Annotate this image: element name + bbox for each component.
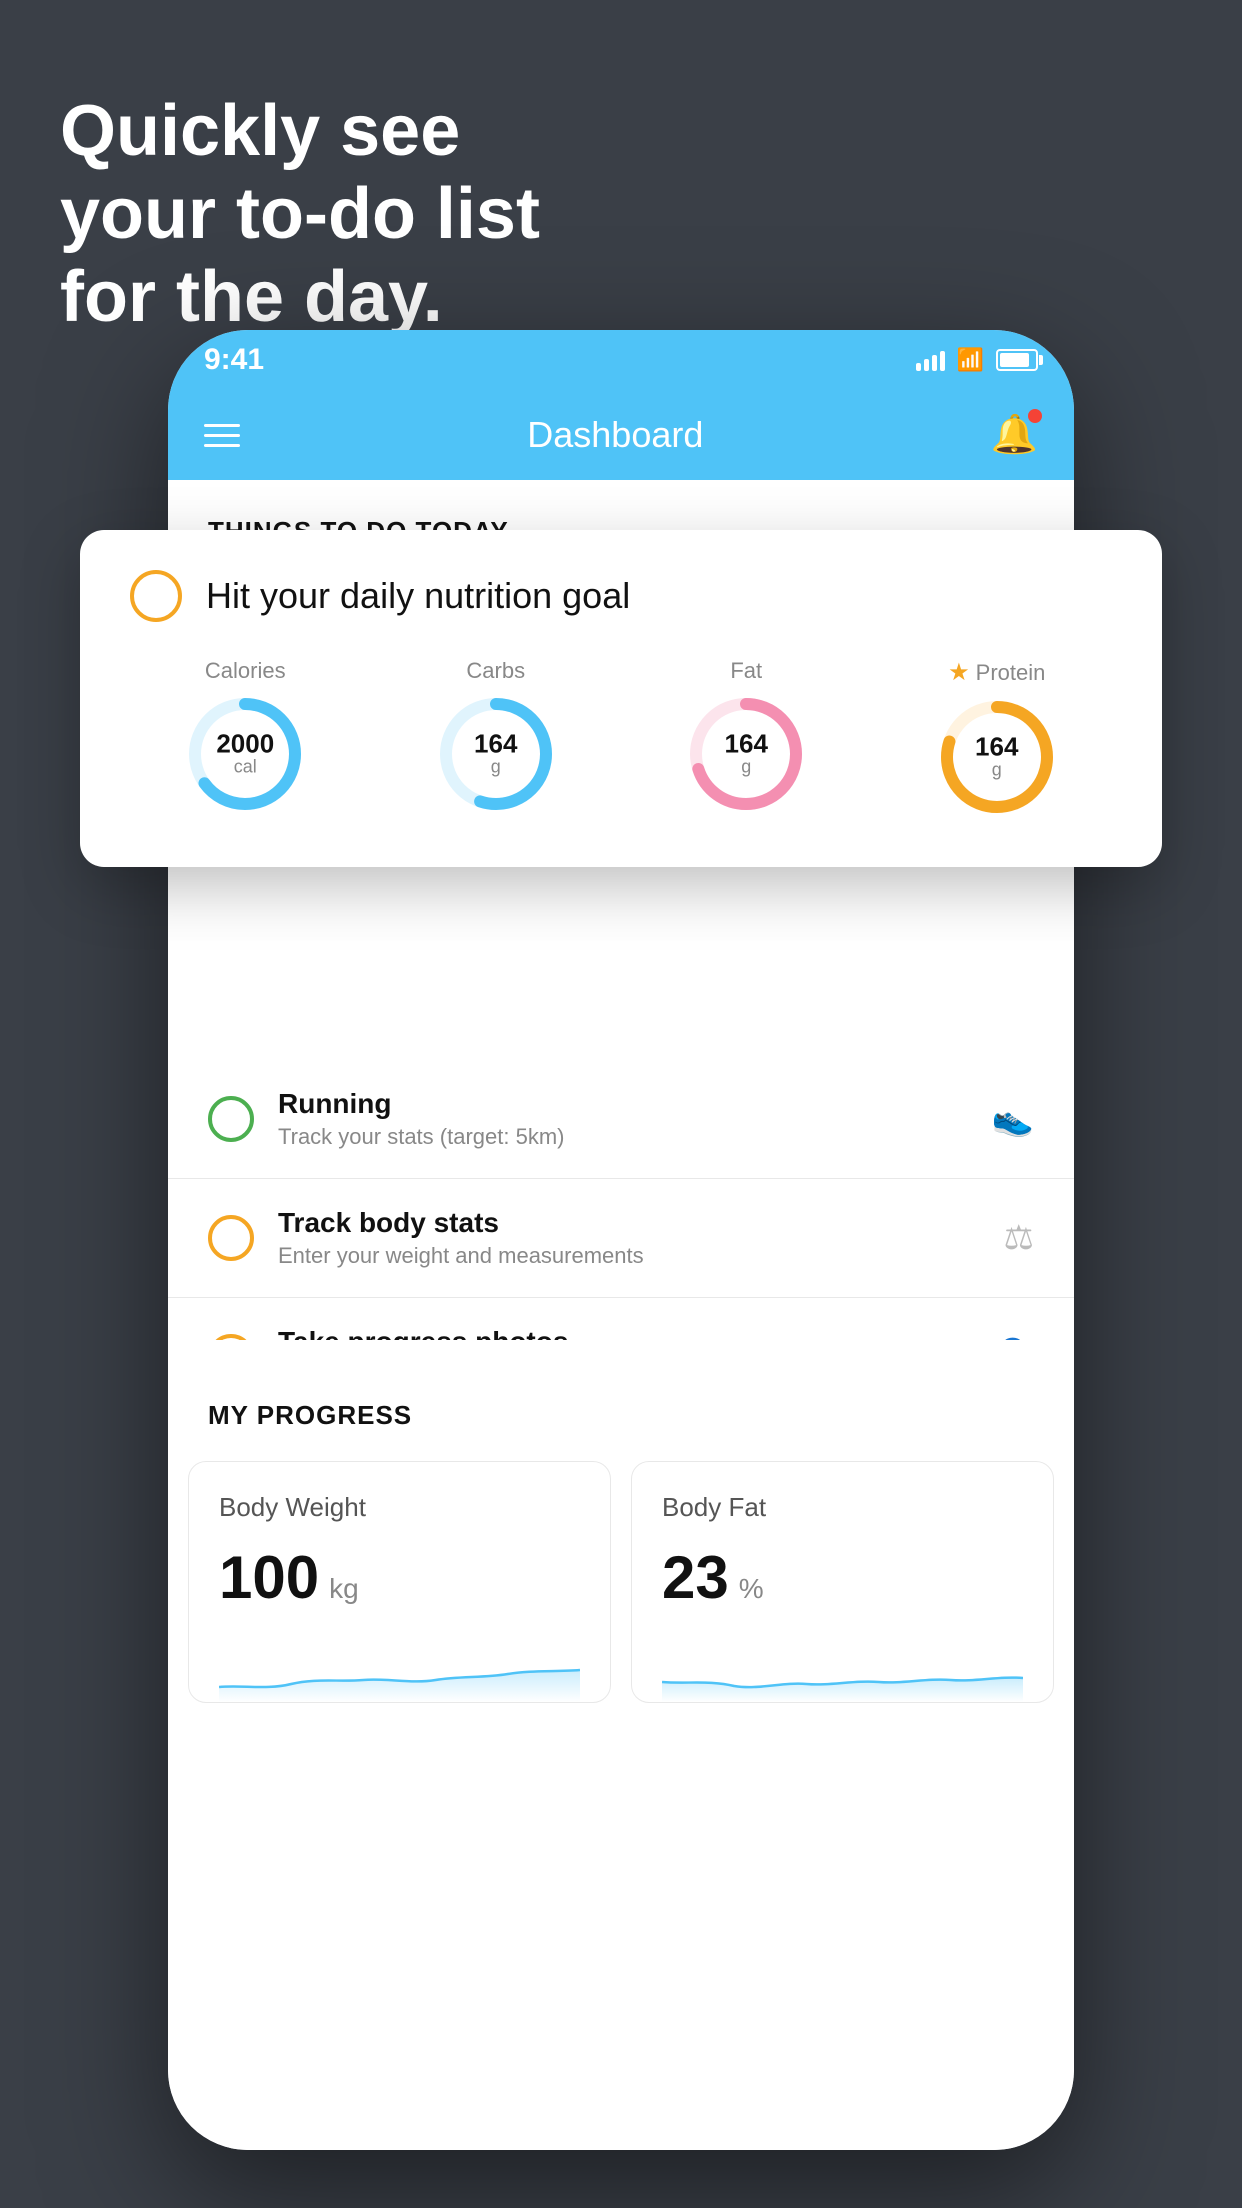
todo-title-body-stats: Track body stats (278, 1207, 980, 1239)
todo-item-running[interactable]: Running Track your stats (target: 5km) 👟 (168, 1060, 1074, 1179)
hamburger-menu[interactable] (204, 424, 240, 447)
protein-label: ★ Protein (948, 658, 1045, 687)
calories-donut: 2000 cal (185, 694, 305, 814)
status-time: 9:41 (204, 343, 264, 377)
calories-value: 2000 (216, 731, 274, 757)
notification-dot (1028, 409, 1042, 423)
battery-icon (996, 349, 1038, 371)
carbs-label: Carbs (466, 658, 525, 684)
progress-title: MY PROGRESS (168, 1400, 1074, 1461)
running-icon: 👟 (992, 1099, 1034, 1139)
body-weight-number: 100 (219, 1543, 319, 1612)
nutrition-card-title: Hit your daily nutrition goal (206, 575, 630, 617)
wifi-icon: 📶 (957, 347, 984, 373)
nutrition-calories: Calories 2000 cal (130, 658, 361, 817)
signal-icon (916, 349, 945, 371)
body-fat-card[interactable]: Body Fat 23 % (631, 1461, 1054, 1703)
header-title: Dashboard (527, 414, 703, 456)
nutrition-card: Hit your daily nutrition goal Calories 2… (80, 530, 1162, 867)
hero-text: Quickly see your to-do list for the day. (60, 90, 540, 338)
body-weight-value: 100 kg (219, 1543, 580, 1612)
body-fat-value: 23 % (662, 1543, 1023, 1612)
calories-label: Calories (205, 658, 286, 684)
todo-circle-body-stats (208, 1215, 254, 1261)
calories-unit: cal (216, 757, 274, 778)
star-icon: ★ (948, 658, 970, 687)
task-circle-nutrition[interactable] (130, 570, 182, 622)
protein-donut: 164 g (937, 697, 1057, 817)
body-fat-number: 23 (662, 1543, 729, 1612)
carbs-unit: g (474, 757, 517, 778)
body-weight-card[interactable]: Body Weight 100 kg (188, 1461, 611, 1703)
carbs-donut: 164 g (436, 694, 556, 814)
nutrition-carbs: Carbs 164 g (381, 658, 612, 817)
protein-unit: g (975, 760, 1018, 781)
body-weight-chart (219, 1642, 580, 1702)
status-bar: 9:41 📶 (168, 330, 1074, 390)
body-fat-chart (662, 1642, 1023, 1702)
progress-section: MY PROGRESS Body Weight 100 kg (168, 1340, 1074, 1743)
body-fat-label: Body Fat (662, 1492, 1023, 1523)
status-icons: 📶 (916, 347, 1038, 373)
scale-icon: ⚖ (1004, 1218, 1034, 1258)
fat-unit: g (725, 757, 768, 778)
nutrition-fat: Fat 164 g (631, 658, 862, 817)
body-weight-unit: kg (329, 1573, 359, 1605)
app-header: Dashboard 🔔 (168, 390, 1074, 480)
todo-title-running: Running (278, 1088, 968, 1120)
protein-value: 164 (975, 734, 1018, 760)
fat-label: Fat (730, 658, 762, 684)
notification-bell[interactable]: 🔔 (991, 413, 1038, 457)
body-fat-unit: % (739, 1573, 764, 1605)
fat-donut: 164 g (686, 694, 806, 814)
todo-item-body-stats[interactable]: Track body stats Enter your weight and m… (168, 1179, 1074, 1298)
carbs-value: 164 (474, 731, 517, 757)
fat-value: 164 (725, 731, 768, 757)
progress-cards: Body Weight 100 kg Bo (168, 1461, 1074, 1743)
todo-subtitle-body-stats: Enter your weight and measurements (278, 1243, 980, 1269)
nutrition-protein: ★ Protein 164 g (882, 658, 1113, 817)
todo-subtitle-running: Track your stats (target: 5km) (278, 1124, 968, 1150)
body-weight-label: Body Weight (219, 1492, 580, 1523)
todo-circle-running (208, 1096, 254, 1142)
nutrition-grid: Calories 2000 cal Carbs (130, 658, 1112, 817)
